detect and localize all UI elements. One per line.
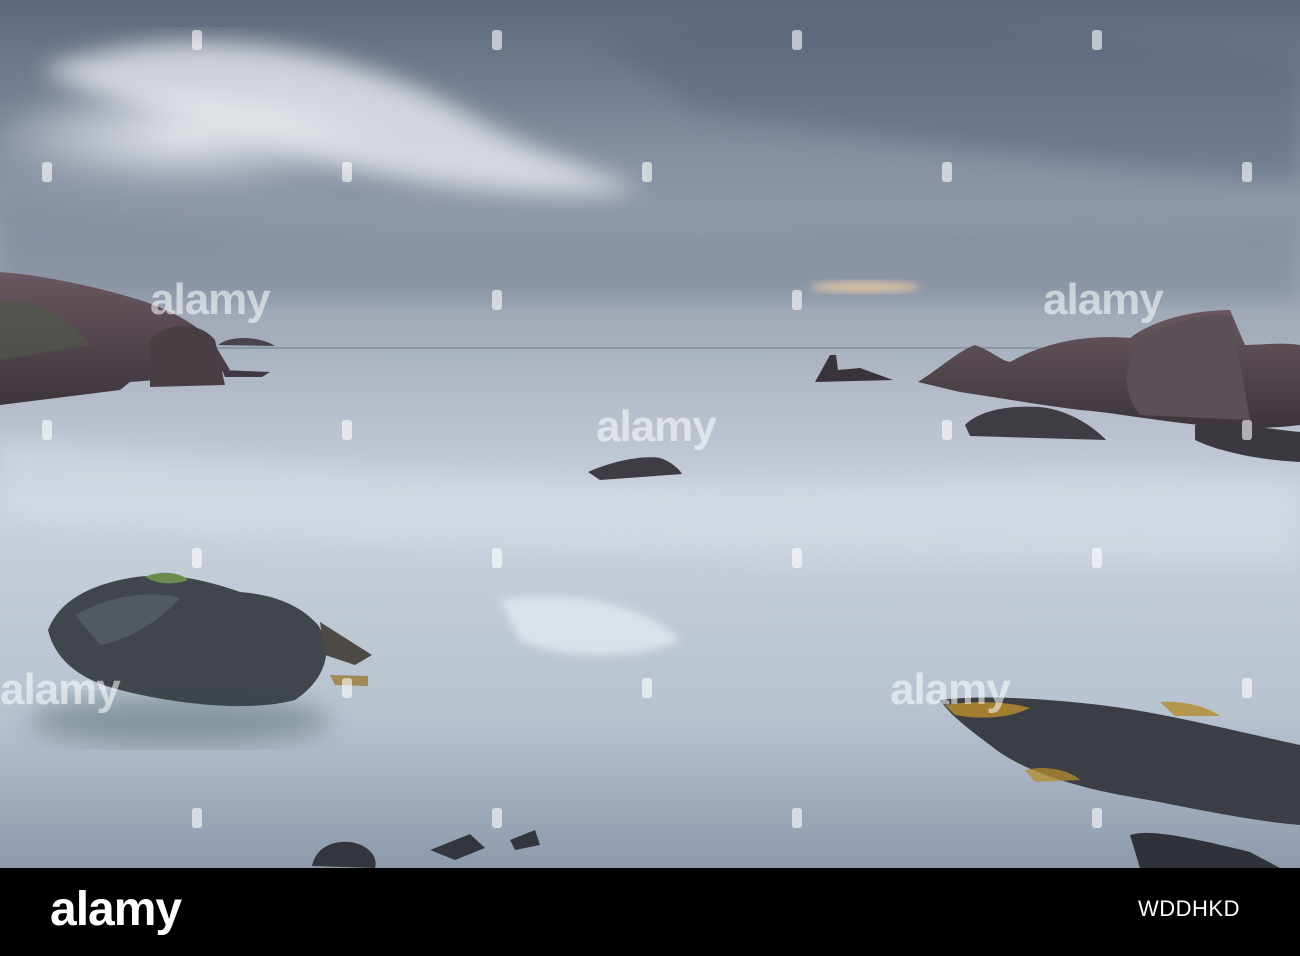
lichen-left — [330, 675, 368, 686]
footer-bar: alamy WDDHKD — [0, 868, 1300, 956]
sunset-glow — [810, 281, 920, 293]
alamy-logo: alamy — [50, 883, 182, 936]
rock-reflection — [30, 695, 330, 745]
image-id: WDDHKD — [1138, 896, 1240, 921]
photo: alamy alamy alamy alamy alamy — [0, 0, 1300, 868]
seascape-photo — [0, 0, 1300, 868]
